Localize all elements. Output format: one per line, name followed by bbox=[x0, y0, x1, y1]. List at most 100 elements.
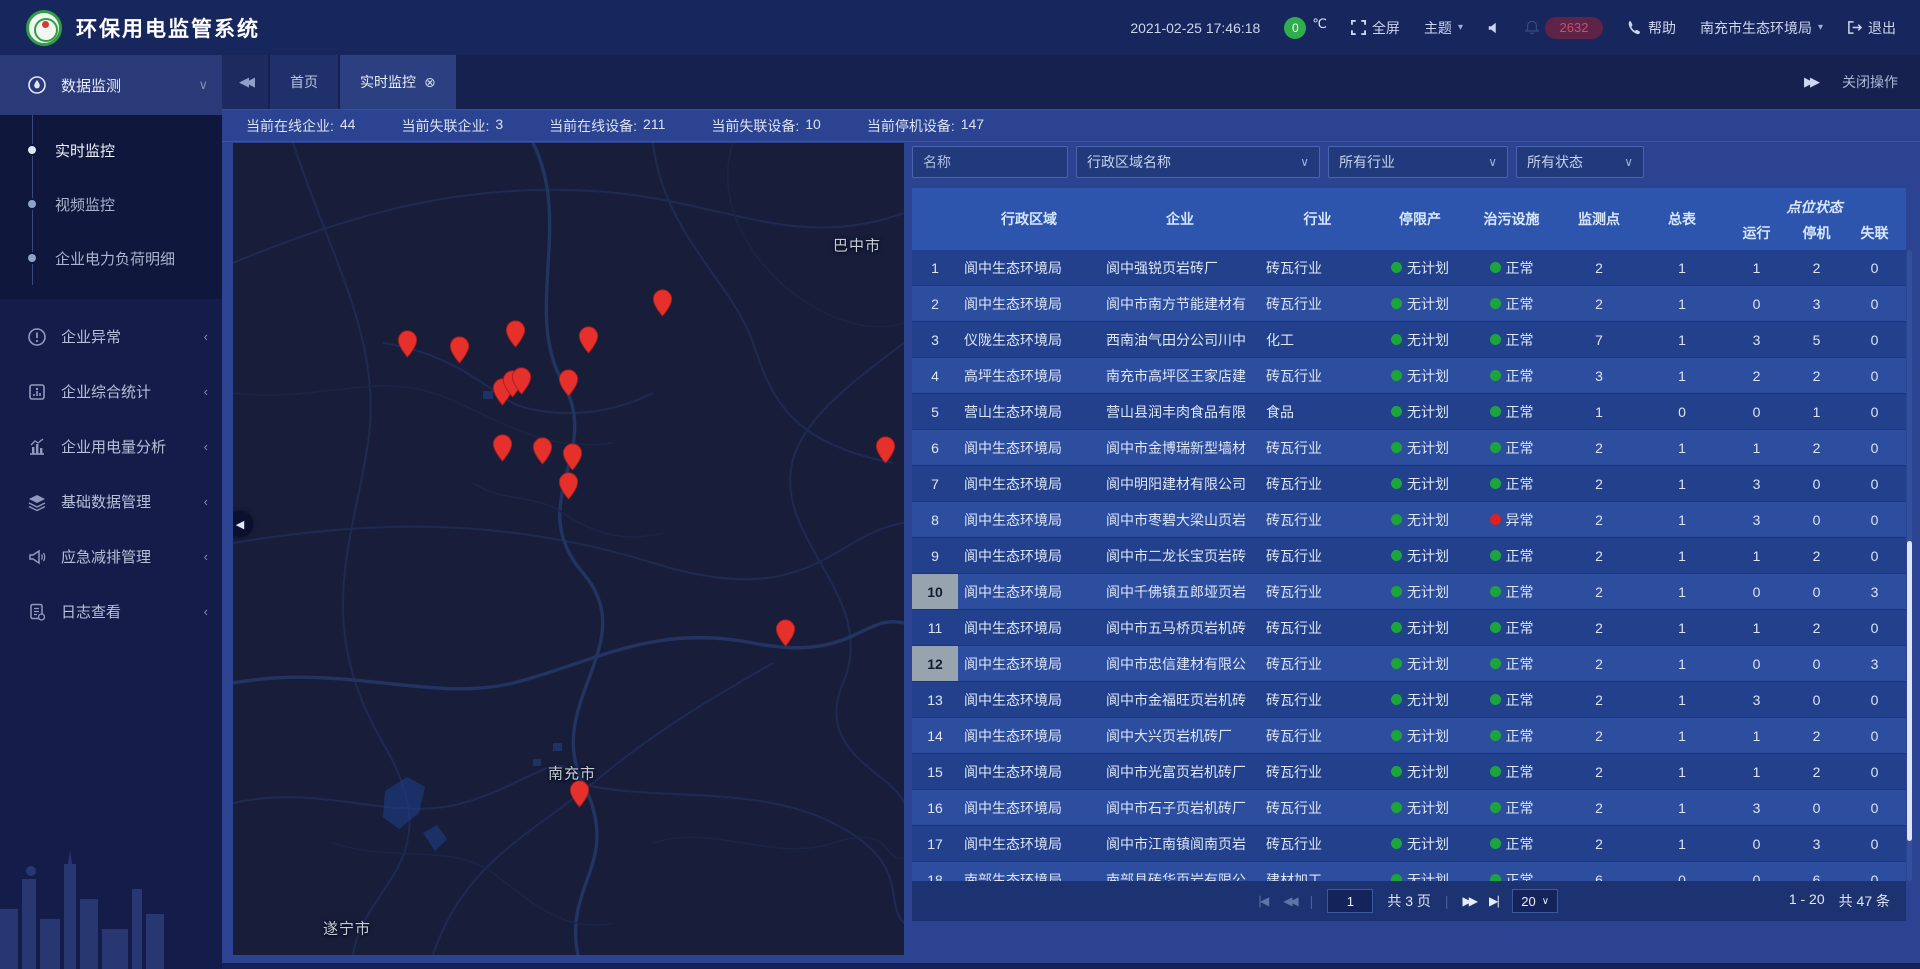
map-marker-pin[interactable] bbox=[492, 434, 513, 462]
status-dot-icon bbox=[1391, 622, 1402, 633]
chevron-left-icon: ‹ bbox=[204, 439, 208, 454]
close-operations-button[interactable]: 关闭操作 bbox=[1842, 72, 1898, 92]
table-row[interactable]: 13 阆中生态环境局 阆中市金福旺页岩机砖 砖瓦行业 无计划 正常 2 1 3 … bbox=[912, 682, 1906, 718]
cell-stop: 0 bbox=[1789, 476, 1844, 492]
table-row[interactable]: 4 高坪生态环境局 南充市高坪区王家店建 砖瓦行业 无计划 正常 3 1 2 2… bbox=[912, 358, 1906, 394]
org-menu[interactable]: 南充市生态环境局▾ bbox=[1700, 18, 1823, 38]
sidebar-item-data-monitoring[interactable]: 数据监测 ∨ bbox=[0, 55, 222, 115]
sidebar-item-base-data-management[interactable]: 基础数据管理 ‹ bbox=[0, 474, 222, 529]
map-marker-pin[interactable] bbox=[558, 472, 579, 500]
cell-company: 西南油气田分公司川中 bbox=[1100, 330, 1260, 350]
status-dot-icon bbox=[1490, 730, 1501, 741]
col-stop: 停机 bbox=[1789, 219, 1844, 250]
map-marker-pin[interactable] bbox=[652, 289, 673, 317]
cell-sewage-status: 正常 bbox=[1465, 366, 1558, 386]
cell-industry: 砖瓦行业 bbox=[1260, 762, 1375, 782]
map-marker-pin[interactable] bbox=[775, 619, 796, 647]
cell-limit-status: 无计划 bbox=[1375, 726, 1465, 746]
cell-points: 2 bbox=[1558, 440, 1640, 456]
map-marker-pin[interactable] bbox=[532, 437, 553, 465]
sidebar-item-realtime-monitor[interactable]: 实时监控 bbox=[0, 123, 222, 177]
table-row[interactable]: 1 阆中生态环境局 阆中强锐页岩砖厂 砖瓦行业 无计划 正常 2 1 1 2 0 bbox=[912, 250, 1906, 286]
sidebar-item-company-statistics[interactable]: 企业综合统计 ‹ bbox=[0, 364, 222, 419]
table-row[interactable]: 15 阆中生态环境局 阆中市光富页岩机砖厂 砖瓦行业 无计划 正常 2 1 1 … bbox=[912, 754, 1906, 790]
table-row[interactable]: 5 营山生态环境局 营山县润丰肉食品有限 食品 无计划 正常 1 0 0 1 0 bbox=[912, 394, 1906, 430]
cell-region: 阆中生态环境局 bbox=[958, 510, 1100, 530]
table-row[interactable]: 9 阆中生态环境局 阆中市二龙长宝页岩砖 砖瓦行业 无计划 正常 2 1 1 2… bbox=[912, 538, 1906, 574]
name-filter-input[interactable] bbox=[912, 146, 1068, 178]
cell-sewage-status: 正常 bbox=[1465, 438, 1558, 458]
bullet-icon bbox=[26, 198, 38, 210]
tab-close-icon[interactable]: ⊗ bbox=[424, 74, 436, 91]
map-marker-pin[interactable] bbox=[511, 367, 532, 395]
cell-lost: 3 bbox=[1844, 656, 1905, 672]
cell-index: 1 bbox=[912, 250, 958, 285]
map-marker-pin[interactable] bbox=[562, 443, 583, 471]
map-panel[interactable]: ◀ 巴中市南充市遂宁市 bbox=[233, 143, 904, 955]
sidebar-item-log-view[interactable]: 日志查看 ‹ bbox=[0, 584, 222, 639]
first-page-button[interactable]: ▶∣ bbox=[1260, 894, 1269, 908]
theme-menu[interactable]: 主题▾ bbox=[1424, 18, 1463, 38]
prev-page-button[interactable]: ◀◀ bbox=[1283, 894, 1295, 908]
logout-button[interactable]: 退出 bbox=[1847, 18, 1896, 38]
region-filter-select[interactable]: 行政区域名称∨ bbox=[1076, 146, 1320, 178]
cell-meters: 1 bbox=[1640, 836, 1724, 852]
map-marker-pin[interactable] bbox=[569, 780, 590, 808]
table-row[interactable]: 10 阆中生态环境局 阆中千佛镇五郎垭页岩 砖瓦行业 无计划 正常 2 1 0 … bbox=[912, 574, 1906, 610]
page-number-input[interactable] bbox=[1327, 889, 1373, 913]
sidebar-item-emergency-reduction[interactable]: 应急减排管理 ‹ bbox=[0, 529, 222, 584]
cell-limit-status: 无计划 bbox=[1375, 834, 1465, 854]
map-marker-pin[interactable] bbox=[578, 326, 599, 354]
table-row[interactable]: 17 阆中生态环境局 阆中市江南镇阆南页岩 砖瓦行业 无计划 正常 2 1 0 … bbox=[912, 826, 1906, 862]
sidebar-item-company-abnormal[interactable]: 企业异常 ‹ bbox=[0, 309, 222, 364]
table-row[interactable]: 14 阆中生态环境局 阆中大兴页岩机砖厂 砖瓦行业 无计划 正常 2 1 1 2… bbox=[912, 718, 1906, 754]
tabs-scroll-right-button[interactable]: ▶▶ bbox=[1804, 74, 1816, 90]
next-page-button[interactable]: ▶▶ bbox=[1463, 894, 1475, 908]
map-marker-pin[interactable] bbox=[505, 320, 526, 348]
sidebar-item-power-usage-analysis[interactable]: 企业用电量分析 ‹ bbox=[0, 419, 222, 474]
map-marker-pin[interactable] bbox=[875, 436, 896, 464]
tabs-scroll-left-button[interactable]: ◀◀ bbox=[222, 55, 268, 109]
cell-region: 阆中生态环境局 bbox=[958, 438, 1100, 458]
scrollbar-thumb[interactable] bbox=[1907, 541, 1912, 841]
help-button[interactable]: 帮助 bbox=[1627, 18, 1676, 38]
status-dot-icon bbox=[1391, 838, 1402, 849]
page-size-select[interactable]: 20∨ bbox=[1512, 889, 1558, 913]
sidebar-item-power-load-detail[interactable]: 企业电力负荷明细 bbox=[0, 231, 222, 285]
cell-points: 3 bbox=[1558, 368, 1640, 384]
sidebar-item-video-monitor[interactable]: 视频监控 bbox=[0, 177, 222, 231]
tab-home[interactable]: 首页 bbox=[270, 55, 338, 109]
status-dot-icon bbox=[1391, 874, 1402, 881]
last-page-button[interactable]: ▶∣ bbox=[1489, 894, 1498, 908]
table-row[interactable]: 2 阆中生态环境局 阆中市南方节能建材有 砖瓦行业 无计划 正常 2 1 0 3… bbox=[912, 286, 1906, 322]
cell-points: 2 bbox=[1558, 800, 1640, 816]
table-row[interactable]: 8 阆中生态环境局 阆中市枣碧大梁山页岩 砖瓦行业 无计划 异常 2 1 3 0… bbox=[912, 502, 1906, 538]
map-marker-pin[interactable] bbox=[558, 369, 579, 397]
cell-lost: 0 bbox=[1844, 728, 1905, 744]
table-row[interactable]: 3 仪陇生态环境局 西南油气田分公司川中 化工 无计划 正常 7 1 3 5 0 bbox=[912, 322, 1906, 358]
status-filter-select[interactable]: 所有状态∨ bbox=[1516, 146, 1644, 178]
bell-icon bbox=[1525, 20, 1539, 35]
cell-points: 2 bbox=[1558, 728, 1640, 744]
cell-region: 营山生态环境局 bbox=[958, 402, 1100, 422]
notifications[interactable]: 2632 bbox=[1525, 17, 1603, 39]
table-row[interactable]: 18 南部生态环境局 南部县砖华页岩有限公 建材加工 无计划 正常 6 0 0 … bbox=[912, 862, 1906, 881]
table-scrollbar[interactable] bbox=[1907, 250, 1912, 881]
map-marker-pin[interactable] bbox=[449, 336, 470, 364]
tab-realtime-monitor[interactable]: 实时监控 ⊗ bbox=[340, 55, 456, 109]
cell-stop: 2 bbox=[1789, 728, 1844, 744]
cell-sewage-status: 正常 bbox=[1465, 690, 1558, 710]
table-row[interactable]: 6 阆中生态环境局 阆中市金博瑞新型墙材 砖瓦行业 无计划 正常 2 1 1 2… bbox=[912, 430, 1906, 466]
cell-index: 8 bbox=[912, 502, 958, 537]
mute-button[interactable] bbox=[1487, 21, 1501, 35]
table-row[interactable]: 7 阆中生态环境局 阆中明阳建材有限公司 砖瓦行业 无计划 正常 2 1 3 0… bbox=[912, 466, 1906, 502]
table-row[interactable]: 12 阆中生态环境局 阆中市忠信建材有限公 砖瓦行业 无计划 正常 2 1 0 … bbox=[912, 646, 1906, 682]
cell-stop: 2 bbox=[1789, 260, 1844, 276]
industry-filter-select[interactable]: 所有行业∨ bbox=[1328, 146, 1508, 178]
map-marker-pin[interactable] bbox=[397, 330, 418, 358]
cell-run: 0 bbox=[1724, 836, 1789, 852]
table-row[interactable]: 16 阆中生态环境局 阆中市石子页岩机砖厂 砖瓦行业 无计划 正常 2 1 3 … bbox=[912, 790, 1906, 826]
fullscreen-button[interactable]: 全屏 bbox=[1351, 18, 1400, 38]
cell-stop: 2 bbox=[1789, 620, 1844, 636]
table-row[interactable]: 11 阆中生态环境局 阆中市五马桥页岩机砖 砖瓦行业 无计划 正常 2 1 1 … bbox=[912, 610, 1906, 646]
